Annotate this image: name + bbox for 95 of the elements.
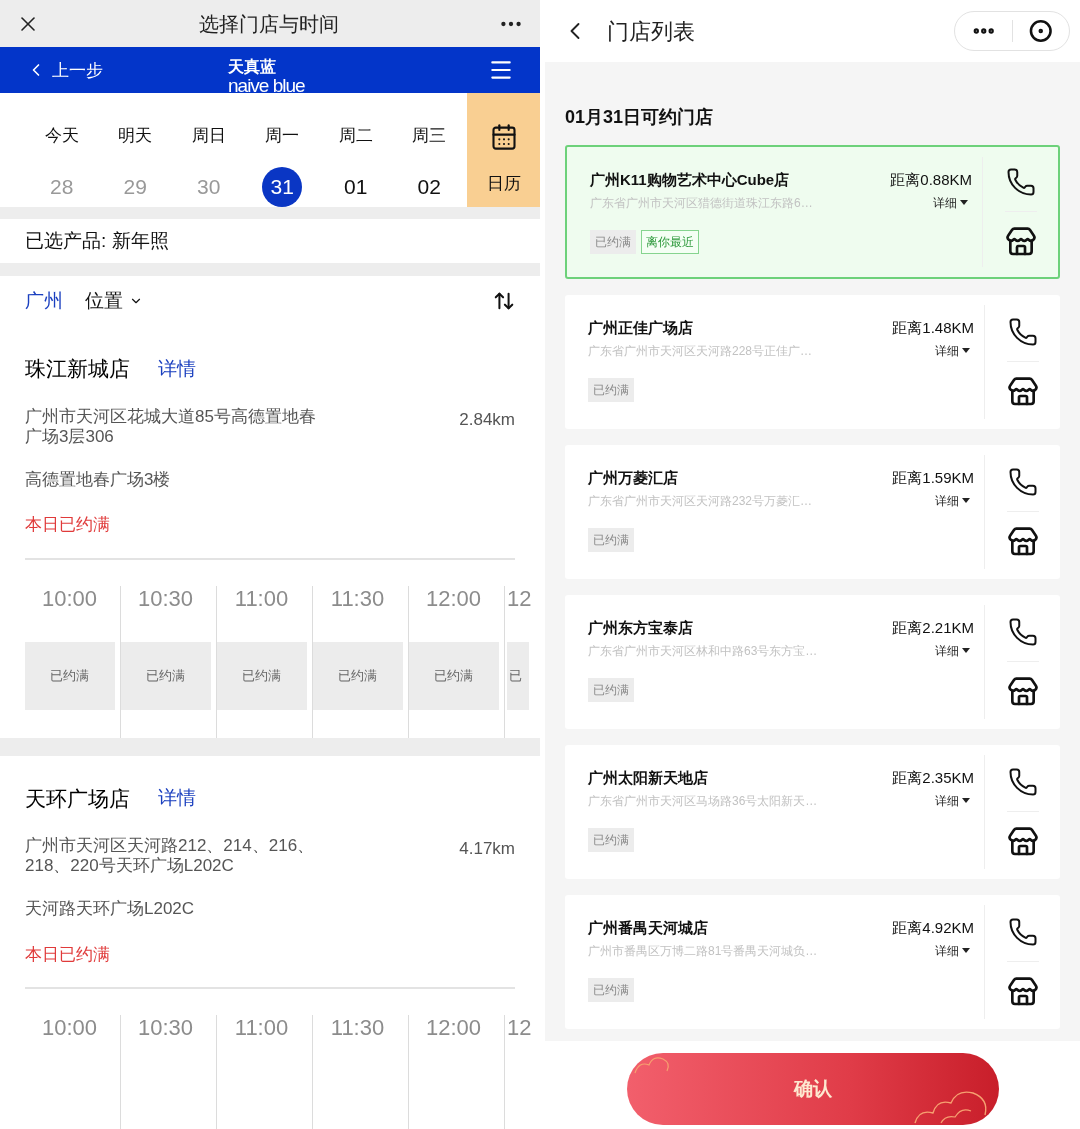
store-icon[interactable] (1006, 375, 1039, 408)
floor-text: 高德置地春广场3楼 (25, 468, 172, 491)
details-dropdown[interactable]: 详细 (935, 941, 970, 960)
store-address: 广州市天河区天河路212、214、216、218、220号天环广场L202C (25, 836, 316, 876)
weekday-label: 今天 (44, 125, 79, 148)
store-card[interactable]: 广州万菱汇店 距离1.59KM 广东省广州市天河区天河路232号万菱汇… 详细 已约满 (565, 445, 1060, 579)
weekday-label: 周一 (265, 125, 300, 148)
store-address: 广州市天河区花城大道85号高德置地春广场3层306 (25, 406, 317, 447)
details-link[interactable]: 详情 (158, 784, 196, 813)
page-title: 门店列表 (607, 17, 695, 46)
caret-icon (962, 948, 970, 953)
date-tab[interactable]: 周二 01 (319, 93, 393, 207)
store-name: 广州正佳广场店 (588, 318, 693, 338)
phone-icon[interactable] (1007, 916, 1038, 947)
city-filter[interactable]: 广州 (25, 286, 63, 316)
caret-icon (962, 798, 970, 803)
date-number: 31 (262, 166, 303, 207)
time-label: 11:00 (234, 585, 289, 612)
time-label: 10:30 (137, 585, 194, 612)
store-icon[interactable] (1006, 975, 1039, 1008)
store-icon[interactable] (1006, 825, 1039, 858)
weekday-label: 明天 (118, 125, 153, 148)
details-link[interactable]: 详情 (158, 354, 196, 383)
calendar-button[interactable]: 日历 (467, 93, 540, 207)
store-tag: 已约满 (588, 677, 634, 702)
store-name: 天环广场店 (25, 785, 130, 812)
details-dropdown[interactable]: 详细 (935, 791, 970, 810)
store-name: 广州太阳新天地店 (588, 768, 708, 788)
weekday-label: 周二 (338, 125, 373, 148)
time-label: 12:00 (425, 1015, 482, 1041)
details-dropdown[interactable]: 详细 (933, 193, 968, 212)
distance-text: 距离0.88KM (890, 170, 972, 190)
time-slot[interactable]: 已约满 (312, 641, 403, 710)
store-tag: 已约满 (588, 527, 634, 552)
distance-text: 距离1.59KM (892, 468, 974, 488)
caret-icon (962, 348, 970, 353)
caret-icon (960, 200, 968, 205)
store-name: 广州万菱汇店 (588, 468, 678, 488)
store-tag: 已约满 (588, 377, 634, 402)
phone-icon[interactable] (1005, 166, 1036, 197)
page-title: 选择门店与时间 (199, 11, 339, 37)
floor-text: 天河路天环广场L202C (25, 898, 196, 920)
phone-icon[interactable] (1007, 766, 1038, 797)
store-name: 广州番禺天河城店 (588, 918, 708, 938)
phone-icon[interactable] (1007, 466, 1038, 497)
distance-text: 4.17km (459, 838, 515, 860)
time-label: 10:30 (137, 1015, 194, 1041)
store-icon[interactable] (1006, 675, 1039, 708)
status-text: 本日已约满 (25, 943, 111, 966)
selected-product: 已选产品: 新年照 (25, 228, 169, 253)
store-icon[interactable] (1006, 525, 1039, 558)
distance-text: 距离1.48KM (892, 318, 974, 338)
time-slot[interactable]: 已约满 (408, 641, 499, 710)
phone-icon[interactable] (1007, 316, 1038, 347)
time-slot[interactable]: 已约满 (216, 641, 307, 710)
time-label: 10:00 (41, 1015, 98, 1041)
weekday-label: 周三 (412, 125, 447, 148)
weekday-label: 周日 (191, 125, 226, 148)
section-heading: 01月31日可约门店 (565, 106, 715, 129)
time-label: 12 (507, 1015, 532, 1041)
details-dropdown[interactable]: 详细 (935, 491, 970, 510)
store-tag: 已约满 (588, 827, 634, 852)
distance-text: 距离2.21KM (892, 618, 974, 638)
time-label: 11:00 (234, 1015, 289, 1041)
logo-cn: 天真蓝 (228, 58, 277, 77)
time-slot[interactable]: 已约满 (24, 641, 115, 710)
store-name: 广州K11购物艺术中心Cube店 (590, 170, 790, 190)
time-label: 12:00 (425, 585, 482, 612)
store-address: 广东省广州市天河区天河路232号万菱汇… (588, 492, 813, 510)
back-button[interactable]: 上一步 (26, 57, 103, 84)
store-tag: 已约满 (588, 977, 634, 1002)
distance-text: 距离4.92KM (892, 918, 974, 938)
details-dropdown[interactable]: 详细 (935, 341, 970, 360)
phone-icon[interactable] (1007, 616, 1038, 647)
status-text: 本日已约满 (25, 514, 111, 536)
store-name: 广州东方宝泰店 (588, 618, 693, 638)
store-tag: 离你最近 (641, 229, 699, 254)
time-label: 12 (507, 585, 532, 612)
caret-icon (962, 498, 970, 503)
distance-text: 2.84km (459, 408, 515, 431)
date-tab[interactable]: 周三 02 (392, 93, 466, 207)
time-label: 11:30 (330, 1015, 385, 1041)
calendar-icon (489, 123, 518, 152)
time-label: 11:30 (330, 585, 385, 612)
details-dropdown[interactable]: 详细 (935, 641, 970, 660)
store-icon[interactable] (1004, 225, 1037, 258)
caret-icon (962, 648, 970, 653)
location-dropdown[interactable]: 位置 (85, 286, 143, 316)
distance-text: 距离2.35KM (892, 768, 974, 788)
target-icon[interactable] (1029, 19, 1053, 43)
store-name: 珠江新城店 (25, 356, 130, 382)
time-label: 10:00 (41, 585, 98, 612)
time-slot[interactable]: 已约满 (120, 641, 211, 710)
store-tag: 已约满 (590, 229, 636, 254)
time-slot[interactable]: 已 (507, 641, 529, 710)
